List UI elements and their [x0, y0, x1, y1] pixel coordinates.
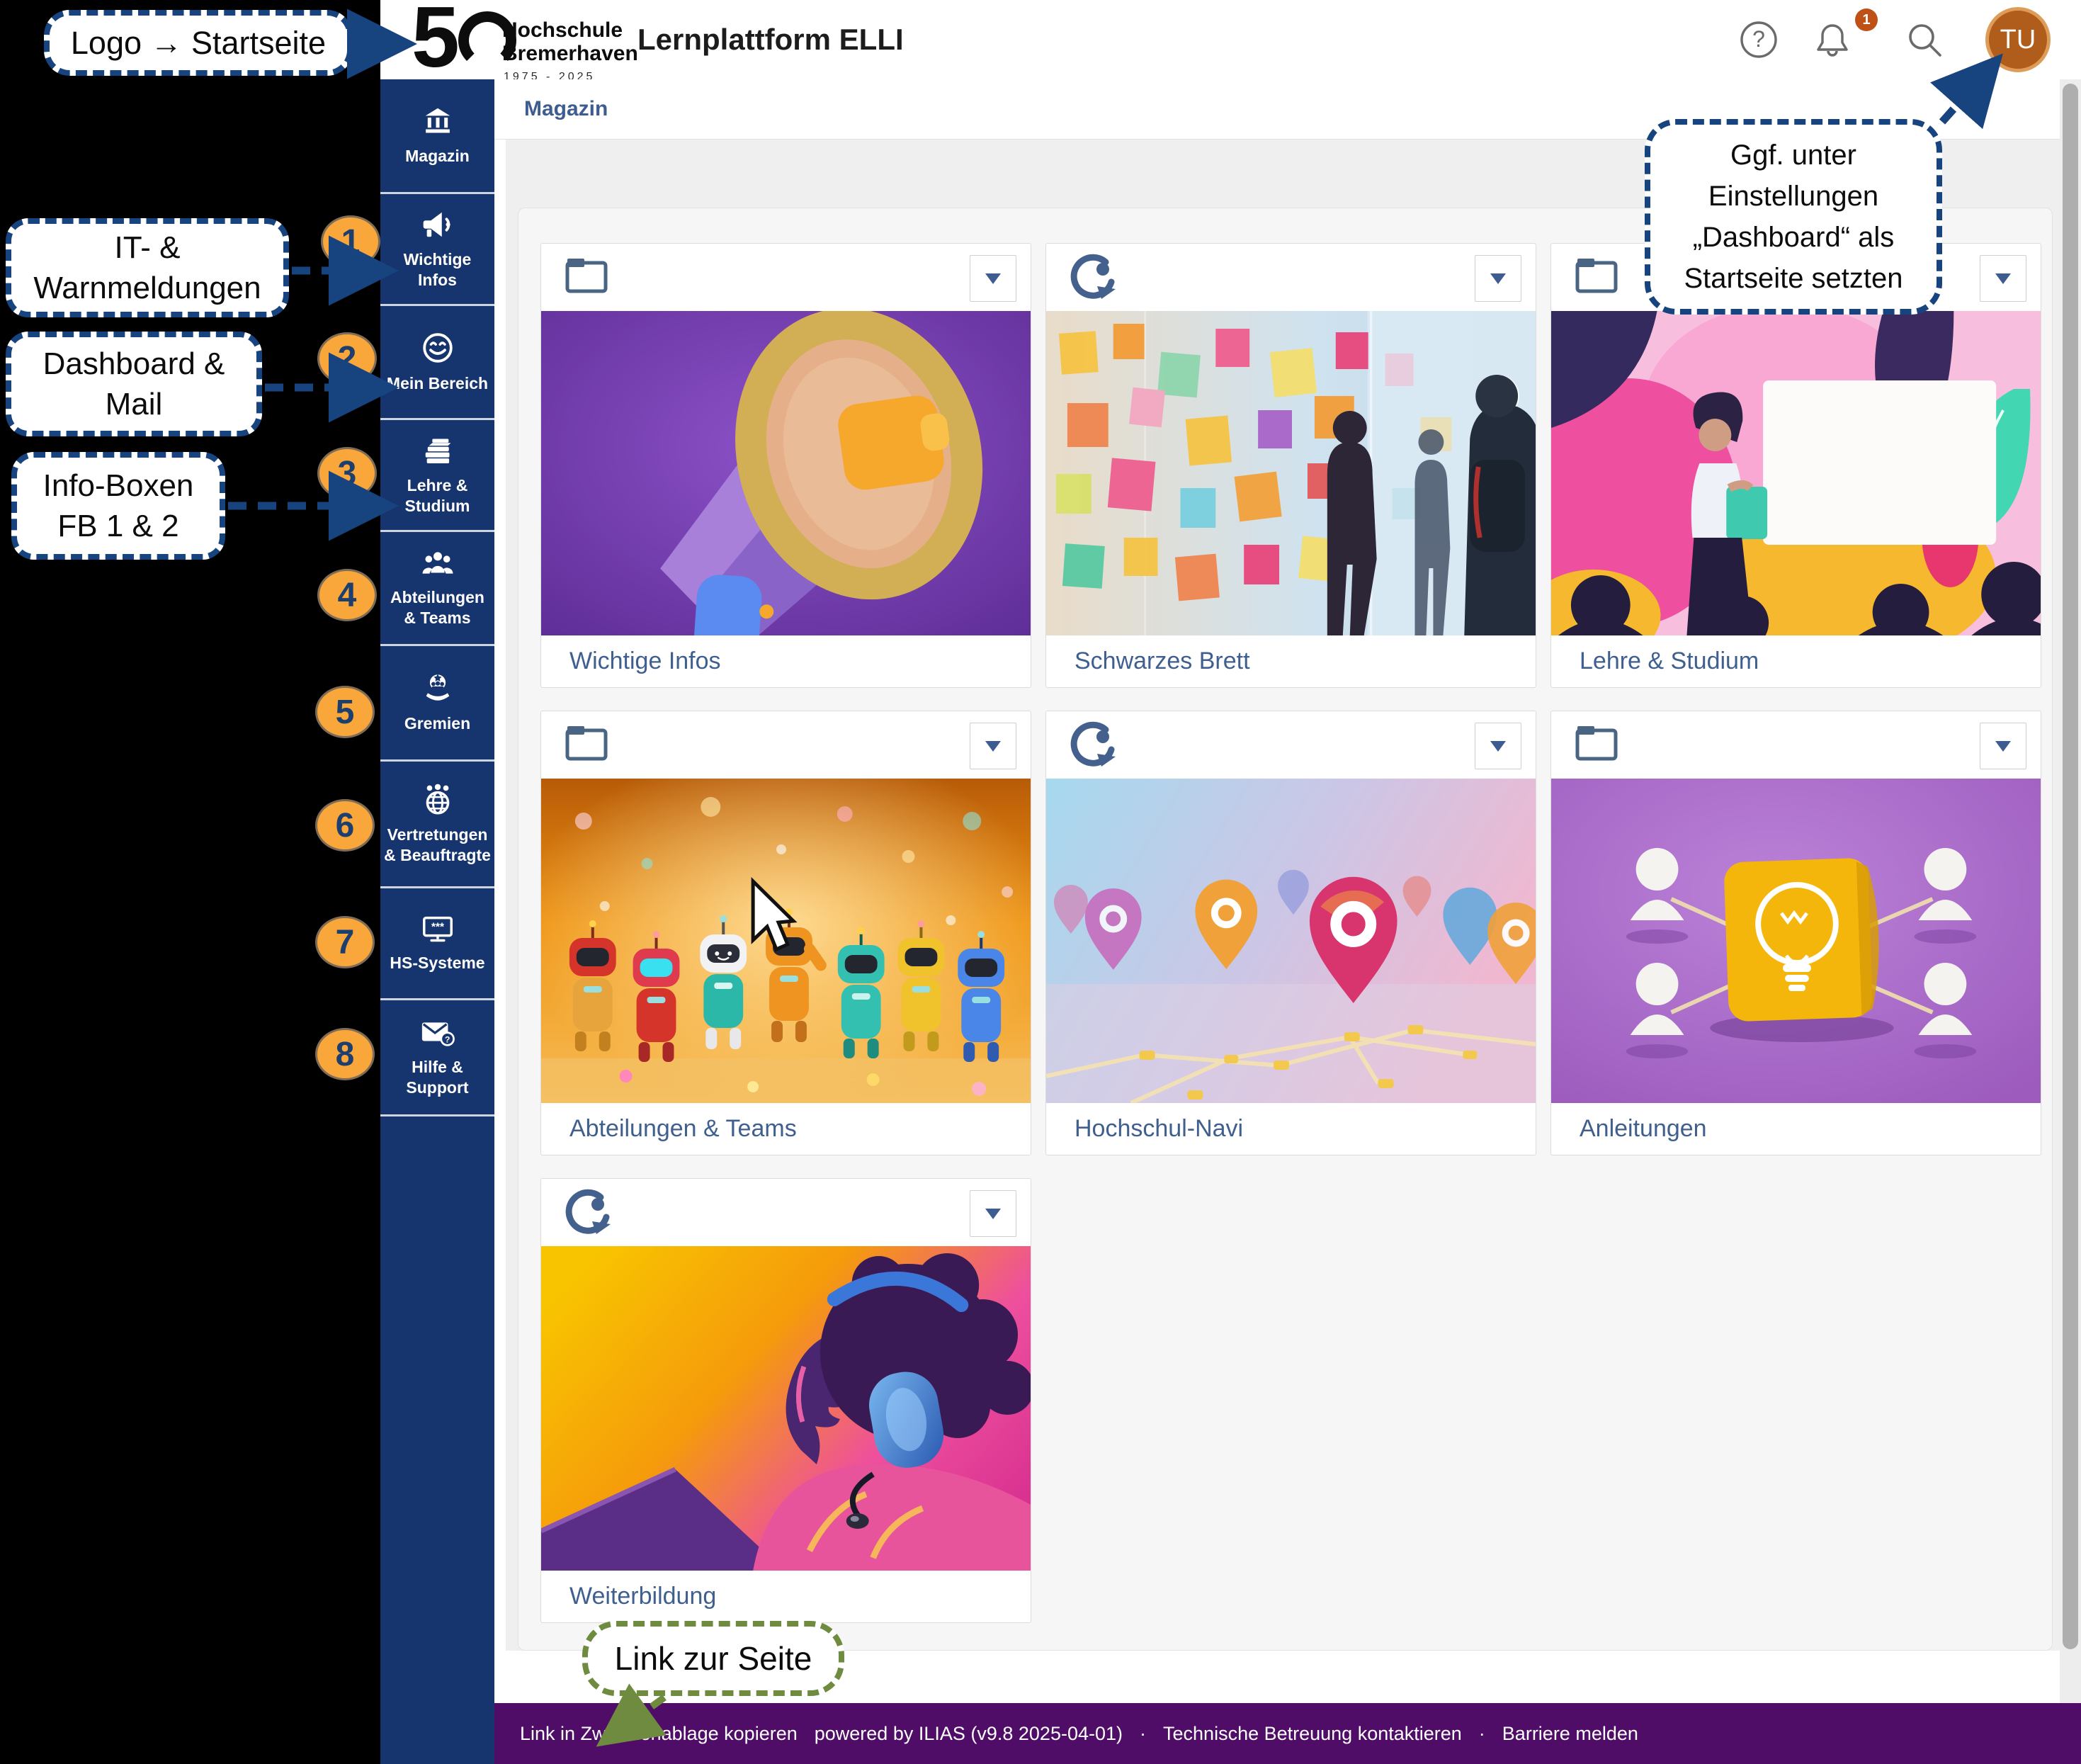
- folder-icon: [564, 721, 609, 765]
- notification-badge: 1: [1855, 9, 1878, 31]
- books-icon: [420, 434, 455, 467]
- annotation-number-7: 7: [315, 916, 375, 968]
- card-schwarzes-brett[interactable]: Schwarzes Brett: [1045, 243, 1536, 688]
- sidebar-item-wichtige-infos[interactable]: Wichtige Infos: [380, 194, 494, 304]
- card-weiterbildung[interactable]: Weiterbildung: [540, 1178, 1031, 1623]
- card-label[interactable]: Schwarzes Brett: [1074, 648, 1250, 675]
- annotation-number-8: 8: [315, 1028, 375, 1080]
- breadcrumb-item-magazin[interactable]: Magazin: [524, 97, 608, 121]
- smiley-icon: [421, 331, 455, 365]
- logo-text: Hochschule Bremerhaven: [502, 18, 638, 65]
- svg-text:?: ?: [444, 1034, 450, 1044]
- sidebar-item-vertretungen-beauftragte[interactable]: Vertretungen & Beauftragte: [380, 762, 494, 886]
- card-image-megaphone: [541, 311, 1031, 635]
- footer-report-barrier-link[interactable]: Barriere melden: [1502, 1723, 1638, 1745]
- annotation-number-4: 4: [317, 569, 377, 621]
- chevron-down-icon: [1490, 741, 1506, 752]
- sidebar-item-abteilungen-teams[interactable]: Abteilungen & Teams: [380, 532, 494, 644]
- annotation-logo-callout: Logo → Startseite: [44, 10, 353, 76]
- sidebar-item-hilfe-support[interactable]: ? Hilfe & Support: [380, 1000, 494, 1114]
- folder-icon: [1574, 721, 1619, 765]
- card-image-presentation: [1551, 311, 2041, 635]
- card-abteilungen-teams[interactable]: Abteilungen & Teams: [540, 711, 1031, 1155]
- annotation-info-boxen: Info-Boxen FB 1 & 2: [11, 452, 225, 560]
- annotation-it-warnmeldungen: IT- & Warnmeldungen: [6, 218, 289, 317]
- card-anleitungen[interactable]: Anleitungen: [1550, 711, 2041, 1155]
- svg-text:***: ***: [431, 922, 444, 934]
- chevron-down-icon: [1490, 273, 1506, 284]
- card-label[interactable]: Lehre & Studium: [1580, 648, 1759, 675]
- annotation-number-3: 3: [317, 447, 377, 499]
- sidebar: Magazin Wichtige Infos Mein Bereich: [380, 79, 494, 1764]
- card-image-lightbulb-network: [1551, 779, 2041, 1103]
- notifications-icon[interactable]: [1813, 20, 1852, 60]
- card-image-map-pins: [1046, 779, 1536, 1103]
- annotation-number-6: 6: [315, 799, 375, 852]
- logo-50-number: 5: [412, 0, 455, 86]
- crossref-icon: [1069, 721, 1120, 771]
- footer-support-link[interactable]: Technische Betreuung kontaktieren: [1163, 1723, 1462, 1745]
- annotation-dashboard-mail: Dashboard & Mail: [6, 332, 262, 436]
- card-image-headset-woman: [541, 1246, 1031, 1571]
- page: 5 Hochschule Bremerhaven 1975 - 2025 Ler…: [0, 0, 2081, 1764]
- annotation-number-5: 5: [315, 686, 375, 738]
- card-actions-dropdown[interactable]: [1980, 723, 2026, 769]
- card-actions-dropdown[interactable]: [1980, 255, 2026, 302]
- page-title: Lernplattform ELLI: [637, 23, 904, 57]
- committee-icon: [420, 672, 455, 705]
- card-label[interactable]: Wichtige Infos: [569, 648, 721, 675]
- sidebar-filler: [380, 1116, 494, 1764]
- mail-help-icon: ?: [419, 1017, 456, 1048]
- logo-hochschule-bremerhaven[interactable]: 5 Hochschule Bremerhaven 1975 - 2025: [412, 6, 645, 77]
- card-actions-dropdown[interactable]: [1475, 723, 1521, 769]
- crossref-icon: [1069, 254, 1120, 303]
- annotation-number-2: 2: [317, 332, 377, 385]
- annotation-settings-callout: Ggf. unter Einstellungen „Dashboard“ als…: [1645, 119, 1942, 315]
- card-actions-dropdown[interactable]: [1475, 255, 1521, 302]
- megaphone-icon: [420, 208, 455, 241]
- people-icon: [420, 548, 455, 579]
- help-icon[interactable]: ?: [1739, 20, 1779, 60]
- sidebar-item-magazin[interactable]: Magazin: [380, 79, 494, 192]
- card-actions-dropdown[interactable]: [970, 1190, 1016, 1237]
- annotation-number-1: 1: [321, 215, 380, 268]
- card-label[interactable]: Weiterbildung: [569, 1583, 716, 1610]
- scrollbar-thumb[interactable]: [2063, 84, 2078, 1649]
- svg-text:?: ?: [1752, 26, 1765, 52]
- avatar[interactable]: TU: [1985, 7, 2051, 72]
- chevron-down-icon: [985, 741, 1001, 752]
- sidebar-item-lehre-studium[interactable]: Lehre & Studium: [380, 420, 494, 530]
- footer-powered-by: powered by ILIAS (v9.8 2025-04-01): [815, 1723, 1123, 1745]
- chevron-down-icon: [1995, 273, 2011, 284]
- footer-separator: ·: [1479, 1723, 1485, 1745]
- sidebar-item-hs-systeme[interactable]: *** HS-Systeme: [380, 888, 494, 998]
- footer-separator: ·: [1140, 1723, 1146, 1745]
- card-image-robots: [541, 779, 1031, 1103]
- chevron-down-icon: [1995, 741, 2011, 752]
- footer-bar: Link in Zwischenablage kopieren powered …: [494, 1703, 2081, 1764]
- annotation-link-callout: Link zur Seite: [582, 1621, 844, 1696]
- chevron-down-icon: [985, 273, 1001, 284]
- sidebar-item-mein-bereich[interactable]: Mein Bereich: [380, 306, 494, 418]
- globe-people-icon: [420, 782, 455, 816]
- folder-icon: [1574, 254, 1619, 298]
- card-label[interactable]: Abteilungen & Teams: [569, 1115, 797, 1143]
- card-label[interactable]: Hochschul-Navi: [1074, 1115, 1243, 1143]
- card-wichtige-infos[interactable]: Wichtige Infos: [540, 243, 1031, 688]
- card-hochschul-navi[interactable]: Hochschul-Navi: [1045, 711, 1536, 1155]
- search-icon[interactable]: [1905, 20, 1944, 60]
- monitor-icon: ***: [420, 913, 455, 944]
- card-actions-dropdown[interactable]: [970, 255, 1016, 302]
- card-label[interactable]: Anleitungen: [1580, 1115, 1707, 1143]
- bank-icon: [421, 105, 454, 137]
- chevron-down-icon: [985, 1209, 1001, 1219]
- crossref-icon: [564, 1189, 615, 1238]
- card-actions-dropdown[interactable]: [970, 723, 1016, 769]
- folder-icon: [564, 254, 609, 298]
- card-image-sticky-notes: [1046, 311, 1536, 635]
- footer-copy-link[interactable]: Link in Zwischenablage kopieren: [520, 1723, 798, 1745]
- top-header-bar: 5 Hochschule Bremerhaven 1975 - 2025 Ler…: [380, 0, 2081, 80]
- sidebar-item-gremien[interactable]: Gremien: [380, 646, 494, 759]
